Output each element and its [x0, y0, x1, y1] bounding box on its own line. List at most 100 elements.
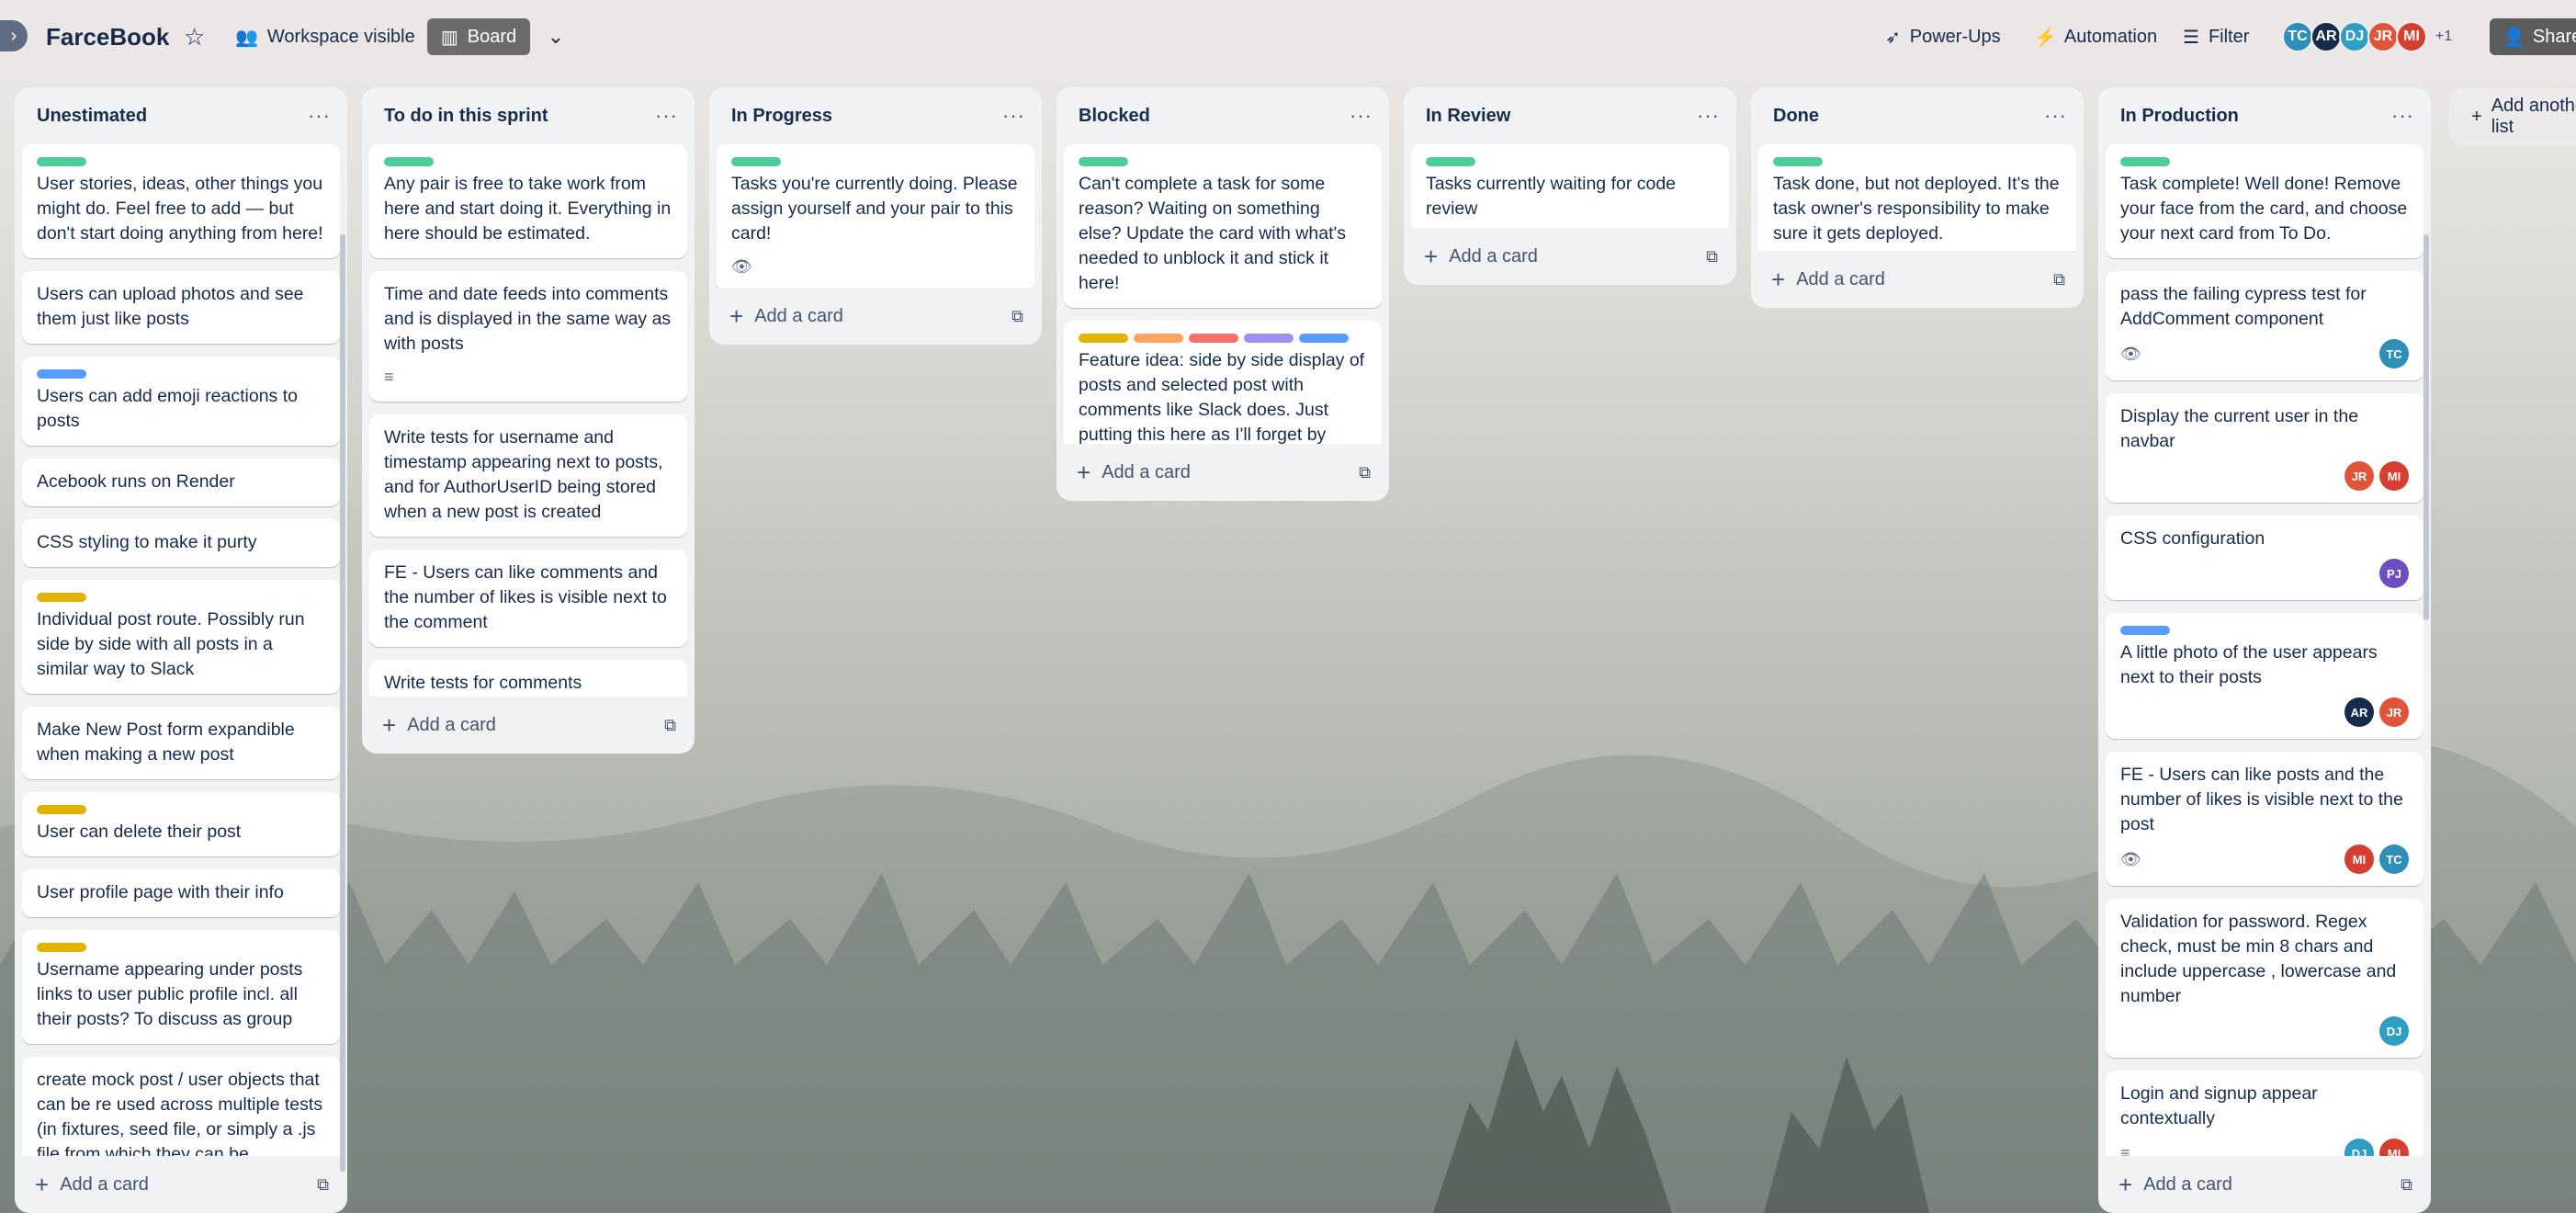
card[interactable]: Time and date feeds into comments and is… — [369, 271, 687, 402]
avatar[interactable]: DJ — [2344, 1139, 2374, 1156]
create-from-template-icon[interactable]: ⧉ — [664, 716, 676, 735]
create-from-template-icon[interactable]: ⧉ — [2401, 1175, 2412, 1195]
card[interactable]: Write tests for comments functionality — [369, 660, 687, 697]
chevron-down-icon[interactable]: ⌄ — [542, 0, 570, 74]
board-view-button[interactable]: ▥ Board — [427, 18, 530, 55]
label-blue[interactable] — [1299, 334, 1349, 343]
label-orange[interactable] — [1134, 334, 1183, 343]
list-title[interactable]: Unestimated — [37, 106, 147, 127]
label-green[interactable] — [1773, 157, 1823, 166]
label-green[interactable] — [2120, 157, 2170, 166]
label-green[interactable] — [37, 157, 86, 166]
card[interactable]: Tasks currently waiting for code review — [1411, 144, 1729, 228]
list-title[interactable]: In Review — [1426, 106, 1510, 127]
more-options-icon[interactable]: ··· — [1697, 104, 1720, 128]
card[interactable]: Acebook runs on Render — [22, 459, 340, 506]
more-options-icon[interactable]: ··· — [2044, 104, 2067, 128]
filter-button[interactable]: ☰ Filter — [2183, 0, 2249, 74]
avatar[interactable]: DJ — [2379, 1016, 2409, 1046]
card[interactable]: User stories, ideas, other things you mi… — [22, 144, 340, 258]
avatar[interactable]: MI — [2344, 845, 2374, 874]
card[interactable]: Can't complete a task for some reason? W… — [1064, 144, 1382, 308]
avatar[interactable]: MI — [2396, 21, 2427, 52]
card[interactable]: Feature idea: side by side display of po… — [1064, 321, 1382, 444]
card[interactable]: Individual post route. Possibly run side… — [22, 580, 340, 694]
automation-button[interactable]: ⚡ Automation — [2034, 0, 2157, 74]
card[interactable]: Task complete! Well done! Remove your fa… — [2106, 144, 2423, 258]
avatar[interactable]: JR — [2379, 697, 2409, 727]
more-options-icon[interactable]: ··· — [1002, 104, 1025, 128]
label-blue[interactable] — [37, 369, 86, 379]
label-yellow[interactable] — [37, 943, 86, 952]
label-yellow[interactable] — [37, 805, 86, 814]
avatar[interactable]: TC — [2379, 339, 2409, 368]
add-card-button[interactable]: + Add a card — [2118, 1173, 2232, 1196]
more-options-icon[interactable]: ··· — [1350, 104, 1373, 128]
create-from-template-icon[interactable]: ⧉ — [2053, 270, 2065, 289]
list-scrollbar[interactable] — [2423, 234, 2429, 620]
add-card-button[interactable]: + Add a card — [1077, 460, 1191, 484]
card[interactable]: Login and signup appear contextually ≡ DJ M… — [2106, 1071, 2423, 1156]
avatar[interactable]: TC — [2379, 845, 2409, 874]
label-green[interactable] — [731, 157, 781, 166]
add-card-button[interactable]: + Add a card — [382, 713, 496, 737]
more-options-icon[interactable]: ··· — [308, 104, 331, 128]
card[interactable]: Make New Post form expandible when makin… — [22, 707, 340, 779]
card[interactable]: Validation for password. Regex check, mu… — [2106, 899, 2423, 1058]
label-green[interactable] — [1426, 157, 1475, 166]
card[interactable]: CSS configuration PJ — [2106, 516, 2423, 600]
chevron-right-icon[interactable]: › — [0, 20, 28, 51]
powerups-button[interactable]: ➶ Power-Ups — [1885, 0, 2001, 74]
card[interactable]: FE - Users can like comments and the num… — [369, 550, 687, 647]
list-scrollbar[interactable] — [340, 234, 345, 1172]
board-members[interactable]: TC AR DJ JR MI +1 — [2282, 19, 2452, 54]
avatar[interactable]: MI — [2379, 1139, 2409, 1156]
card[interactable]: Users can upload photos and see them jus… — [22, 271, 340, 344]
avatar[interactable]: PJ — [2379, 559, 2409, 588]
more-options-icon[interactable]: ··· — [2391, 104, 2414, 128]
add-card-button[interactable]: + Add a card — [35, 1173, 149, 1196]
card[interactable]: Users can add emoji reactions to posts — [22, 357, 340, 446]
label-yellow[interactable] — [37, 593, 86, 602]
list-title[interactable]: In Progress — [731, 106, 832, 127]
label-red[interactable] — [1189, 334, 1238, 343]
create-from-template-icon[interactable]: ⧉ — [1359, 463, 1371, 482]
more-options-icon[interactable]: ··· — [655, 104, 678, 128]
create-from-template-icon[interactable]: ⧉ — [1706, 247, 1718, 266]
avatar[interactable]: AR — [2344, 697, 2374, 727]
board-title[interactable]: FarceBook — [46, 0, 169, 74]
card[interactable]: Task done, but not deployed. It's the ta… — [1758, 144, 2076, 251]
add-list-button[interactable]: + Add another list — [2449, 88, 2576, 145]
card[interactable]: Any pair is free to take work from here … — [369, 144, 687, 258]
label-blue[interactable] — [2120, 626, 2170, 635]
label-yellow[interactable] — [1079, 334, 1128, 343]
extra-members-count[interactable]: +1 — [2435, 28, 2452, 45]
visibility-button[interactable]: 👥 Workspace visible — [235, 0, 415, 74]
list-title[interactable]: Blocked — [1079, 106, 1150, 127]
card[interactable]: User profile page with their info — [22, 869, 340, 917]
card[interactable]: Display the current user in the navbar JR… — [2106, 393, 2423, 503]
add-card-button[interactable]: + Add a card — [729, 304, 843, 328]
card[interactable]: FE - Users can like posts and the number… — [2106, 752, 2423, 886]
card[interactable]: create mock post / user objects that can… — [22, 1057, 340, 1156]
card[interactable]: pass the failing cypress test for AddCom… — [2106, 271, 2423, 380]
star-icon[interactable]: ☆ — [184, 0, 205, 74]
create-from-template-icon[interactable]: ⧉ — [1011, 307, 1023, 326]
card[interactable]: Tasks you're currently doing. Please ass… — [717, 144, 1034, 288]
list-title[interactable]: To do in this sprint — [384, 106, 548, 127]
avatar[interactable]: AR — [2310, 21, 2342, 52]
add-card-button[interactable]: + Add a card — [1771, 267, 1885, 291]
label-purple[interactable] — [1244, 334, 1294, 343]
label-green[interactable] — [384, 157, 434, 166]
avatar[interactable]: MI — [2379, 461, 2409, 491]
card[interactable]: Username appearing under posts links to … — [22, 930, 340, 1044]
card[interactable]: CSS styling to make it purty — [22, 519, 340, 567]
avatar[interactable]: JR — [2344, 461, 2374, 491]
list-title[interactable]: Done — [1773, 106, 1819, 127]
create-from-template-icon[interactable]: ⧉ — [317, 1175, 329, 1195]
add-card-button[interactable]: + Add a card — [1424, 244, 1538, 268]
avatar[interactable]: DJ — [2339, 21, 2370, 52]
share-button[interactable]: 👤 Share — [2490, 18, 2576, 55]
avatar[interactable]: TC — [2282, 21, 2313, 52]
list-title[interactable]: In Production — [2120, 106, 2239, 127]
